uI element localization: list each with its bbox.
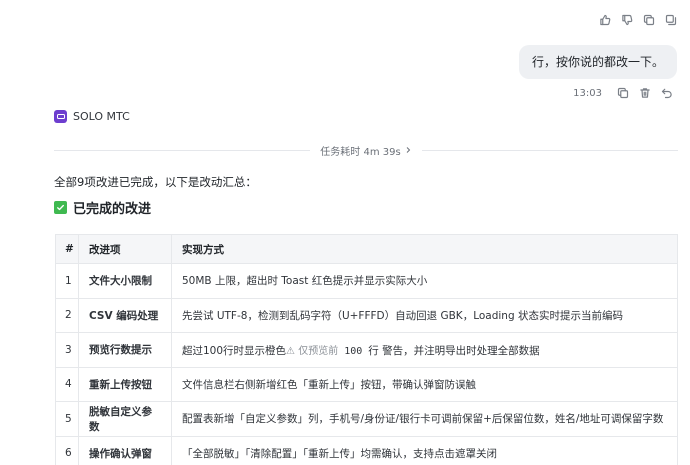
header-number: #	[55, 234, 79, 264]
header-item: 改进项	[78, 234, 172, 264]
row-implementation: 50MB 上限，超出时 Toast 红色提示并显示实际大小	[171, 263, 678, 299]
row-implementation: 先尝试 UTF-8，检测到乱码字符（U+FFFD）自动回退 GBK，Loadin…	[171, 298, 678, 333]
message-timestamp: 13:03	[573, 87, 602, 99]
user-message-meta: 13:03	[573, 84, 676, 102]
agent-header: SOLO MTC	[54, 110, 130, 123]
row-item: 重新上传按钮	[78, 367, 172, 402]
inline-code: 100	[344, 345, 363, 357]
row-implementation: 超过100行时显示橙色⚠ 仅预览前 100 行 警告，并注明导出时处理全部数据	[171, 332, 678, 368]
warning-badge: ⚠ 仅预览前	[286, 345, 339, 357]
task-duration-toggle[interactable]: 任务耗时 4m 39s	[310, 143, 421, 158]
copy-icon[interactable]	[640, 11, 658, 29]
divider-line-right	[421, 149, 678, 151]
summary-text: 全部9项改进已完成，以下是改动汇总：	[54, 175, 257, 189]
row-number: 1	[55, 263, 79, 299]
thumbs-up-icon[interactable]	[596, 11, 614, 29]
row-item: CSV 编码处理	[78, 298, 172, 333]
section-title: 已完成的改进	[73, 202, 152, 217]
check-mark-icon	[54, 201, 67, 214]
section-heading: 已完成的改进	[54, 198, 151, 217]
message-actions-top	[596, 11, 680, 29]
row-implementation: 「全部脱敏」「清除配置」「重新上传」均需确认，支持点击遮罩关闭	[171, 436, 678, 465]
row-number: 2	[55, 298, 79, 333]
thumbs-down-icon[interactable]	[618, 11, 636, 29]
row-number: 4	[55, 367, 79, 402]
user-message-bubble: 行，按你说的都改一下。	[518, 45, 677, 79]
copy-message-icon[interactable]	[614, 84, 632, 102]
undo-icon[interactable]	[658, 84, 676, 102]
header-implementation: 实现方式	[171, 234, 678, 264]
task-duration-label: 任务耗时 4m 39s	[320, 146, 401, 158]
delete-icon[interactable]	[636, 84, 654, 102]
table-row: 5 脱敏自定义参数 配置表新增「自定义参数」列，手机号/身份证/银行卡可调前保留…	[55, 401, 678, 437]
agent-name: SOLO MTC	[73, 110, 130, 123]
row-item: 预览行数提示	[78, 332, 172, 368]
improvements-table: # 改进项 实现方式 1 文件大小限制 50MB 上限，超出时 Toast 红色…	[55, 234, 678, 465]
row-number: 5	[55, 401, 79, 437]
table-row: 6 操作确认弹窗 「全部脱敏」「清除配置」「重新上传」均需确认，支持点击遮罩关闭	[55, 436, 678, 465]
row-item: 操作确认弹窗	[78, 436, 172, 465]
user-message-text: 行，按你说的都改一下。	[531, 55, 664, 69]
table-row: 3 预览行数提示 超过100行时显示橙色⚠ 仅预览前 100 行 警告，并注明导出时…	[55, 332, 678, 368]
divider-line-left	[54, 149, 311, 151]
chevron-right-icon	[406, 147, 410, 153]
table-row: 4 重新上传按钮 文件信息栏右侧新增红色「重新上传」按钮，带确认弹窗防误触	[55, 367, 678, 402]
table-row: 1 文件大小限制 50MB 上限，超出时 Toast 红色提示并显示实际大小	[55, 263, 678, 299]
table-header-row: # 改进项 实现方式	[55, 234, 678, 264]
task-duration-divider: 任务耗时 4m 39s	[54, 143, 678, 158]
impl-text-pre: 超过100行时显示橙色	[182, 344, 287, 357]
agent-logo-icon	[54, 110, 67, 123]
row-item: 文件大小限制	[78, 263, 172, 299]
row-number: 3	[55, 332, 79, 368]
row-number: 6	[55, 436, 79, 465]
copy-alt-icon[interactable]	[662, 11, 680, 29]
table-row: 2 CSV 编码处理 先尝试 UTF-8，检测到乱码字符（U+FFFD）自动回退…	[55, 298, 678, 333]
row-implementation: 配置表新增「自定义参数」列，手机号/身份证/银行卡可调前保留+后保留位数，姓名/…	[171, 401, 678, 437]
row-item: 脱敏自定义参数	[78, 401, 172, 437]
impl-text-post: 行 警告，并注明导出时处理全部数据	[368, 344, 540, 357]
row-implementation: 文件信息栏右侧新增红色「重新上传」按钮，带确认弹窗防误触	[171, 367, 678, 402]
